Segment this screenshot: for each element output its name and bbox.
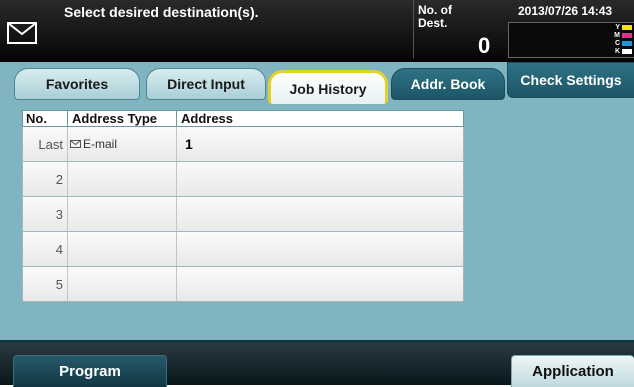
tab-favorites[interactable]: Favorites [14,68,140,100]
header-address-type: Address Type [67,111,176,126]
row-address [176,232,463,266]
row-address-type [67,197,176,231]
row-address [176,267,463,301]
check-settings-button[interactable]: Check Settings [507,62,634,98]
toner-level-indicator: Y M C K [508,22,634,58]
application-button-label: Application [532,363,614,380]
tab-addr-book-label: Addr. Book [410,76,486,92]
tab-addr-book[interactable]: Addr. Book [391,68,505,100]
toner-label-k: K [614,48,620,55]
row-no: 4 [55,241,63,257]
toner-bar-k [622,49,632,54]
application-button[interactable]: Application [511,355,634,387]
row-address [176,197,463,231]
tab-job-history-label: Job History [289,80,367,97]
row-address-type [67,267,176,301]
table-row[interactable]: 3 [22,197,464,232]
email-icon [70,140,81,148]
toner-bar-y [622,25,632,30]
row-no: 5 [55,276,63,292]
row-address: 1 [176,127,463,161]
toner-label-c: C [614,40,620,47]
destination-count-value: 0 [478,33,491,58]
toner-bar-m [622,33,632,38]
program-button[interactable]: Program [13,355,167,387]
toner-bar-c [622,41,632,46]
header-no: No. [26,111,47,126]
toner-black: K [615,48,632,55]
toner-label-m: M [614,32,620,39]
header-address: Address [176,111,463,126]
tab-favorites-label: Favorites [45,76,109,92]
program-button-label: Program [59,363,121,380]
row-address-type [67,162,176,196]
table-row[interactable]: 4 [22,232,464,267]
row-no: 3 [55,206,63,222]
toner-cyan: C [615,40,632,47]
row-address-type [67,232,176,266]
tab-direct-input-label: Direct Input [167,76,245,92]
envelope-icon [7,22,37,44]
job-history-table: No. Address Type Address Last E-mail 1 2… [22,110,464,302]
row-no: 2 [55,171,63,187]
row-address [176,162,463,196]
row-address-type: E-mail [67,127,176,161]
table-header: No. Address Type Address [22,110,464,127]
row-address-type-label: E-mail [83,137,118,151]
table-row[interactable]: 2 [22,162,464,197]
table-row[interactable]: 5 [22,267,464,302]
table-row[interactable]: Last E-mail 1 [22,127,464,162]
datetime-display: 2013/07/26 14:43 [518,4,613,18]
check-settings-label: Check Settings [520,72,622,88]
top-status-bar: Select desired destination(s). No. of De… [0,0,634,62]
row-no: Last [38,136,63,152]
destination-count-label: No. of Dest. [418,3,452,30]
tab-direct-input[interactable]: Direct Input [146,68,266,100]
toner-yellow: Y [615,24,632,31]
instruction-text: Select desired destination(s). [64,4,259,20]
tab-job-history[interactable]: Job History [268,70,388,104]
toner-magenta: M [614,32,632,39]
toner-label-y: Y [615,24,620,31]
